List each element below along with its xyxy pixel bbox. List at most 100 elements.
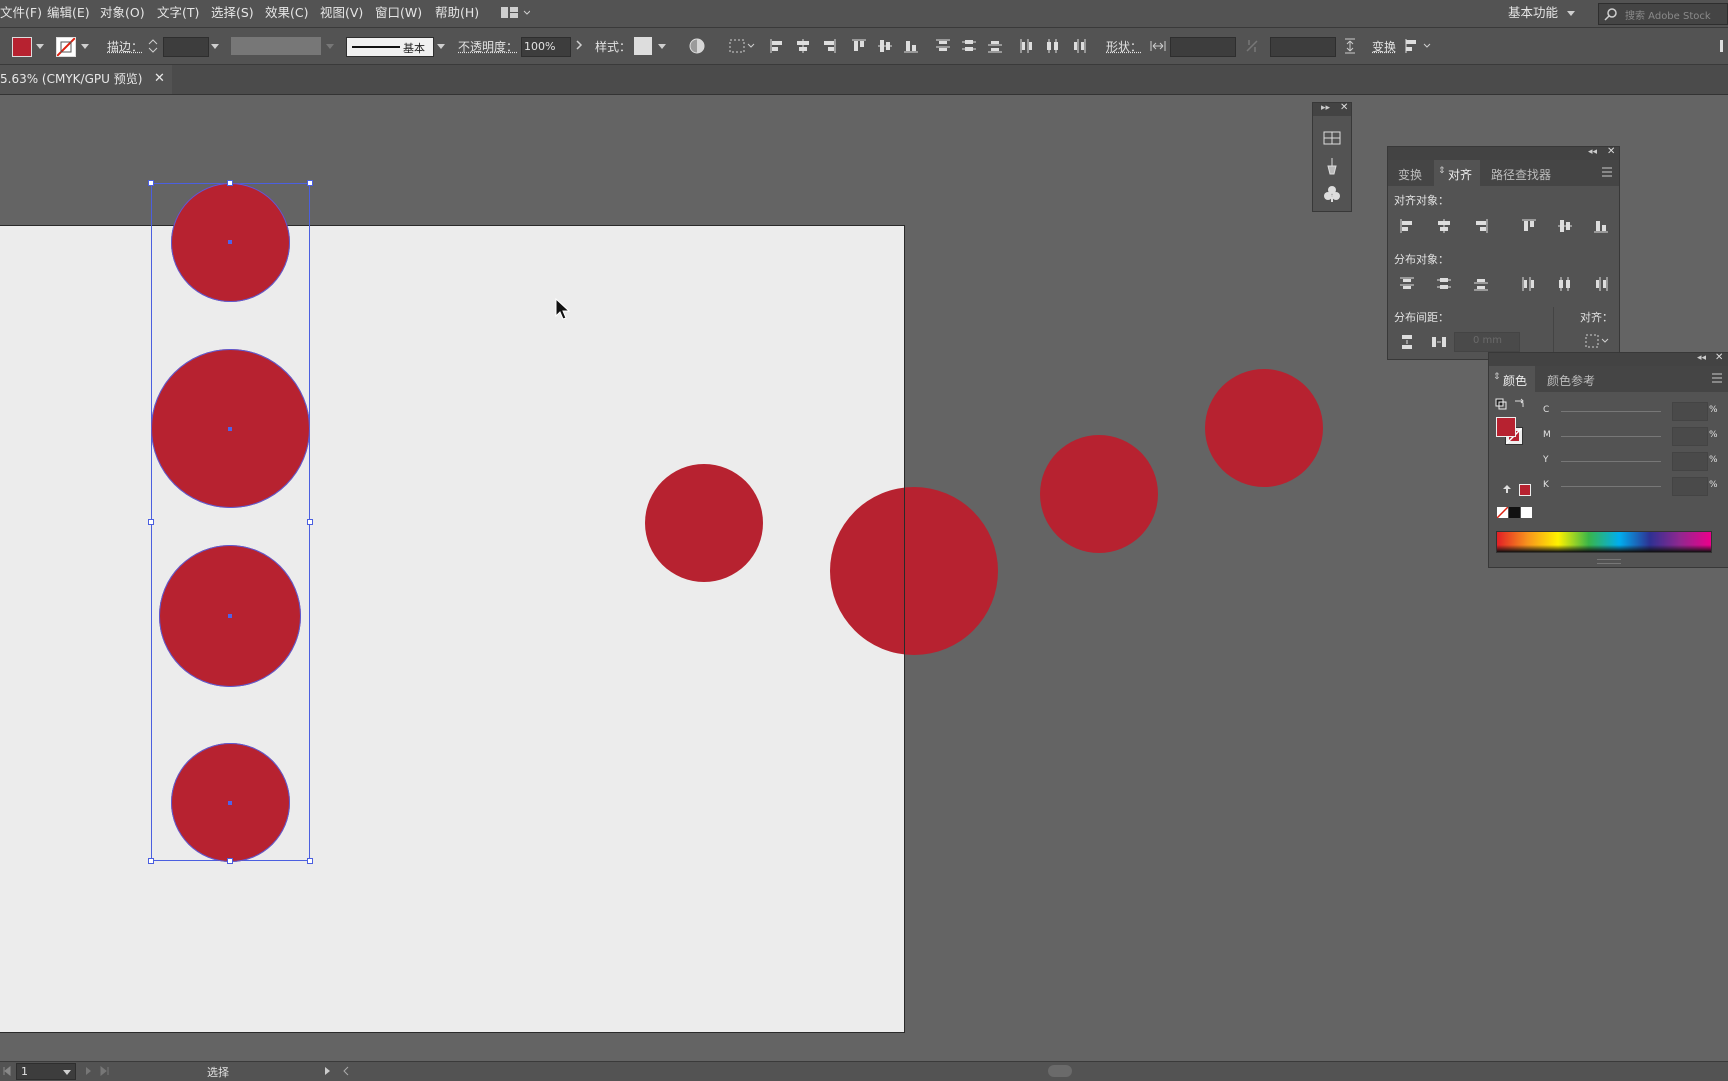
distribute-bottom-icon[interactable] [1472,275,1490,293]
distribute-hcenter-icon[interactable] [1044,37,1062,55]
menu-window[interactable]: 窗口(W) [375,0,422,27]
resize-handle[interactable] [307,858,313,864]
align-vcenter-icon[interactable] [1556,217,1574,235]
chevron-down-icon[interactable] [81,44,89,49]
resize-handle[interactable] [227,180,233,186]
chevron-down-icon[interactable] [211,44,219,49]
variable-width-profile[interactable] [231,37,321,55]
resize-handle[interactable] [307,180,313,186]
first-artboard-icon[interactable] [2,1066,12,1076]
stroke-weight-field[interactable] [163,37,209,57]
tab-color[interactable]: ⇕ 颜色 [1489,366,1535,392]
circle-shape[interactable] [830,487,998,655]
distribute-left-icon[interactable] [1018,37,1036,55]
distribute-right-icon[interactable] [1592,275,1610,293]
circle-shape[interactable] [645,464,763,582]
horizontal-scrollbar-thumb[interactable] [1048,1065,1072,1077]
align-to-selection-icon[interactable] [1584,333,1612,349]
distribute-top-icon[interactable] [1398,275,1416,293]
stock-search[interactable]: 搜索 Adobe Stock [1598,3,1728,25]
distribute-vcenter-icon[interactable] [960,37,978,55]
tab-align[interactable]: ⇕ 对齐 [1434,160,1480,186]
panel-menu-icon[interactable] [1711,373,1723,383]
chevron-down-icon[interactable] [658,44,666,49]
align-hcenter-icon[interactable] [794,37,812,55]
tab-pathfinder[interactable]: 路径查找器 [1491,166,1551,183]
status-menu-icon[interactable] [324,1066,332,1076]
menu-type[interactable]: 文字(T) [157,0,199,27]
symbols-icon[interactable] [1323,185,1341,203]
distribute-left-icon[interactable] [1520,275,1538,293]
menu-file[interactable]: 文件(F) [0,0,42,27]
menu-effect[interactable]: 效果(C) [265,0,308,27]
out-of-gamut-icon[interactable] [1501,483,1513,495]
graphic-style-swatch[interactable] [634,37,652,55]
resize-handle[interactable] [148,858,154,864]
menu-object[interactable]: 对象(O) [100,0,145,27]
stepper-icon[interactable] [148,37,158,55]
artboard[interactable] [0,225,905,1033]
align-left-icon[interactable] [768,37,786,55]
align-options-icon[interactable] [1404,37,1434,55]
align-vcenter-icon[interactable] [876,37,894,55]
horizontal-spacing-icon[interactable] [1430,333,1448,351]
resize-handle[interactable] [148,180,154,186]
transform-label[interactable]: 变换 [1372,38,1396,55]
channel-c-slider[interactable] [1561,411,1661,412]
next-artboard-icon[interactable] [84,1066,94,1076]
channel-c-field[interactable] [1672,402,1708,421]
align-right-icon[interactable] [1472,217,1490,235]
channel-y-field[interactable] [1672,452,1708,471]
channel-k-field[interactable] [1672,477,1708,496]
arrange-documents-icon[interactable] [500,6,530,20]
close-icon[interactable]: ✕ [1715,352,1723,363]
channel-k-slider[interactable] [1561,486,1661,487]
shape-label[interactable]: 形状： [1106,38,1142,55]
resize-handle[interactable] [148,519,154,525]
swap-colors-icon[interactable] [1513,397,1525,409]
menu-view[interactable]: 视图(V) [320,0,363,27]
collapse-icon[interactable]: ◂◂ [1697,353,1706,363]
close-icon[interactable]: ✕ [1340,102,1348,113]
circle-shape[interactable] [1040,435,1158,553]
distribute-top-icon[interactable] [934,37,952,55]
opacity-field[interactable]: 100% [521,37,571,57]
document-tab[interactable]: 5.63% (CMYK/GPU 预览) ✕ [0,65,172,94]
panel-resize-grip[interactable] [1597,559,1621,564]
chevron-right-icon[interactable] [575,39,583,51]
menu-select[interactable]: 选择(S) [211,0,254,27]
stroke-label[interactable]: 描边： [107,38,143,55]
last-artboard-icon[interactable] [100,1066,110,1076]
align-left-icon[interactable] [1398,217,1416,235]
black-swatch[interactable] [1509,507,1520,518]
shape-height-field[interactable] [1270,37,1336,57]
align-top-icon[interactable] [850,37,868,55]
circle-shape[interactable] [1205,369,1323,487]
chevron-down-icon[interactable] [1567,11,1575,16]
shape-width-field[interactable] [1170,37,1236,57]
close-icon[interactable]: ✕ [154,65,165,93]
brush-definition[interactable]: 基本 [346,37,434,57]
menu-edit[interactable]: 编辑(E) [47,0,90,27]
gamut-swatch[interactable] [1519,484,1531,496]
color-spectrum[interactable] [1496,531,1712,553]
align-bottom-icon[interactable] [1592,217,1610,235]
channel-m-field[interactable] [1672,427,1708,446]
channel-y-slider[interactable] [1561,461,1661,462]
fill-swatch[interactable] [12,37,32,57]
align-right-icon[interactable] [820,37,838,55]
chevron-down-icon[interactable] [437,44,445,49]
distribute-hcenter-icon[interactable] [1556,275,1574,293]
scroll-left-icon[interactable] [342,1066,350,1076]
close-icon[interactable]: ✕ [1607,146,1615,157]
vertical-spacing-icon[interactable] [1398,333,1416,351]
resize-handle[interactable] [307,519,313,525]
swatches-icon[interactable] [1323,131,1341,145]
distribute-right-icon[interactable] [1070,37,1088,55]
align-to-selection-icon[interactable] [728,38,756,54]
tab-color-guide[interactable]: 颜色参考 [1547,372,1595,389]
align-bottom-icon[interactable] [902,37,920,55]
artboard-navigator[interactable]: 1 [16,1063,76,1080]
recolor-artwork-icon[interactable] [688,37,706,55]
channel-m-slider[interactable] [1561,436,1661,437]
